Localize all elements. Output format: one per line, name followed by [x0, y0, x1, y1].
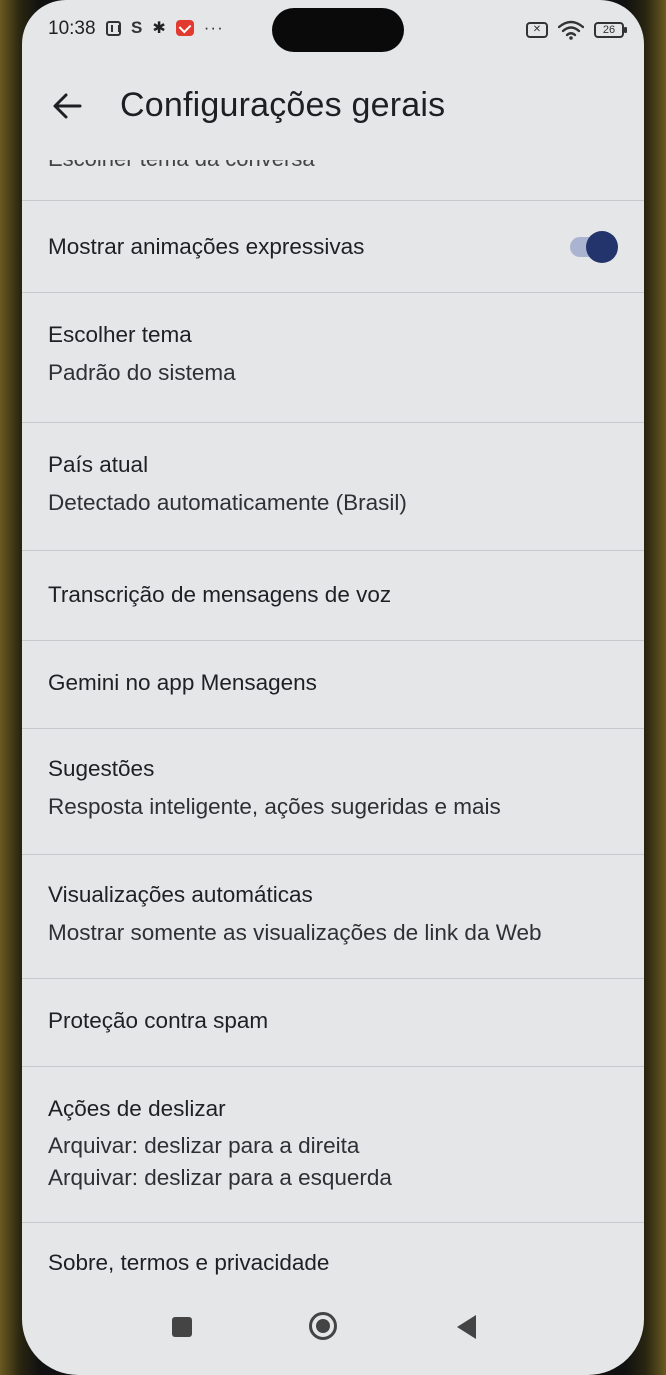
navigation-bar: [22, 1295, 644, 1375]
setting-title: Transcrição de mensagens de voz: [48, 582, 392, 607]
setting-subtitle: Arquivar: deslizar para a direita: [48, 1133, 360, 1158]
setting-subtitle: Resposta inteligente, ações sugeridas e …: [48, 794, 501, 819]
home-circle-icon[interactable]: [308, 1311, 338, 1341]
no-sim-icon: ✕: [526, 22, 548, 38]
settings-list: Escolher tema da conversa Mostrar animaç…: [22, 160, 644, 1303]
app-notification-icon: S: [131, 18, 143, 37]
setting-choose-theme[interactable]: Escolher tema Padrão do sistema: [22, 293, 644, 423]
nfc-icon: [106, 20, 121, 36]
status-time: 10:38: [48, 18, 96, 39]
list-item-partial-label: Escolher tema da conversa: [48, 160, 315, 172]
setting-title: Gemini no app Mensagens: [48, 670, 317, 695]
back-arrow-icon[interactable]: [50, 86, 86, 126]
status-bar: 10:38 S ✱ ··· ✕ 26: [22, 0, 644, 64]
setting-voice-transcription[interactable]: Transcrição de mensagens de voz: [22, 551, 644, 641]
list-item-partial[interactable]: Escolher tema da conversa: [22, 160, 644, 201]
phone-frame: 10:38 S ✱ ··· ✕ 26 Configurações gerais …: [0, 0, 666, 1375]
setting-gemini[interactable]: Gemini no app Mensagens: [22, 641, 644, 729]
setting-spam-protection[interactable]: Proteção contra spam: [22, 979, 644, 1067]
back-triangle-icon[interactable]: [454, 1313, 478, 1341]
setting-title: Escolher tema: [48, 322, 192, 347]
setting-subtitle: Padrão do sistema: [48, 360, 236, 385]
status-icons-left: S ✱ ···: [106, 18, 224, 38]
setting-auto-previews[interactable]: Visualizações automáticas Mostrar soment…: [22, 855, 644, 979]
app-bar: Configurações gerais: [22, 64, 644, 160]
settings-notification-icon: ✱: [152, 20, 166, 37]
battery-icon: 26: [594, 22, 627, 38]
expressive-animations-toggle[interactable]: [566, 231, 618, 263]
mail-notification-icon: [175, 20, 194, 36]
setting-expressive-animations[interactable]: Mostrar animações expressivas: [22, 201, 644, 293]
setting-title: Sugestões: [48, 756, 155, 781]
setting-subtitle: Detectado automaticamente (Brasil): [48, 490, 407, 515]
setting-title: Sobre, termos e privacidade: [48, 1250, 330, 1275]
setting-title: Mostrar animações expressivas: [48, 234, 365, 259]
setting-subtitle-secondary: Arquivar: deslizar para a esquerda: [48, 1165, 392, 1190]
setting-subtitle: Mostrar somente as visualizações de link…: [48, 920, 542, 945]
setting-suggestions[interactable]: Sugestões Resposta inteligente, ações su…: [22, 729, 644, 855]
setting-title: Ações de deslizar: [48, 1096, 226, 1121]
toggle-thumb: [586, 231, 618, 263]
setting-title: País atual: [48, 452, 149, 477]
setting-title: Visualizações automáticas: [48, 882, 313, 907]
screen: 10:38 S ✱ ··· ✕ 26 Configurações gerais …: [22, 0, 644, 1375]
setting-title: Proteção contra spam: [48, 1008, 269, 1033]
page-title: Configurações gerais: [120, 86, 446, 124]
recents-square-icon[interactable]: [172, 1317, 192, 1337]
camera-cutout: [272, 8, 404, 52]
setting-current-country[interactable]: País atual Detectado automaticamente (Br…: [22, 423, 644, 551]
wifi-icon: [558, 20, 584, 40]
setting-about[interactable]: Sobre, termos e privacidade: [22, 1223, 644, 1303]
status-icons-right: ✕ 26: [526, 20, 627, 40]
setting-swipe-actions[interactable]: Ações de deslizar Arquivar: deslizar par…: [22, 1067, 644, 1223]
more-notifications-icon: ···: [203, 18, 224, 37]
